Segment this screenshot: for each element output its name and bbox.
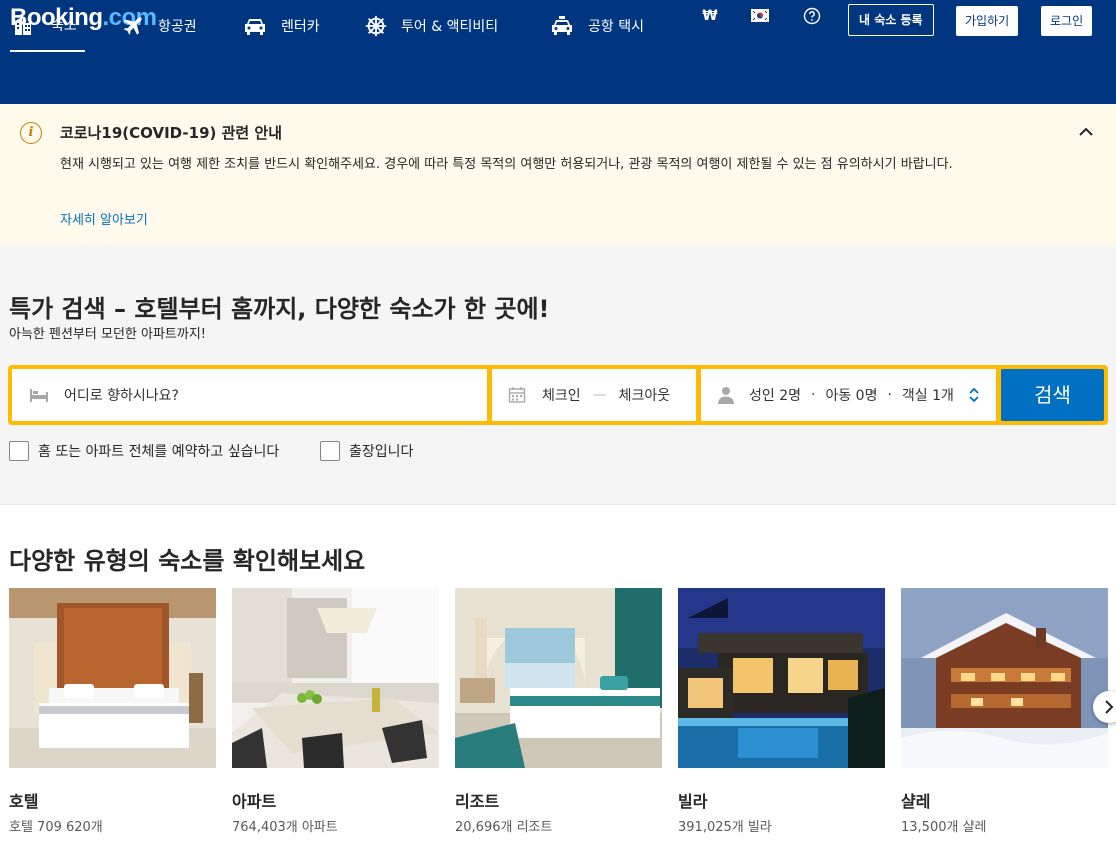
- sort-arrows-icon: [969, 387, 979, 403]
- card-name: 아파트: [232, 792, 277, 811]
- tab-stays[interactable]: 숙소: [10, 0, 85, 52]
- list-property-button[interactable]: 내 숙소 등록: [848, 4, 934, 36]
- card-name: 호텔: [9, 792, 39, 811]
- search-bar: 어디로 향하시나요? 체크인 — 체크아웃 성인 2명 · 아동 0명 · 객실: [8, 365, 1108, 425]
- property-types-section: 다양한 유형의 숙소를 확인해보세요 호텔 호텔 709 620개 아파트 76…: [0, 505, 1116, 854]
- covid-notice: i 코로나19(COVID-19) 관련 안내 현재 시행되고 있는 여행 제한…: [0, 104, 1116, 245]
- taxi-icon: [552, 16, 572, 35]
- hero-title: 특가 검색 – 호텔부터 홈까지, 다양한 숙소가 한 곳에!: [9, 295, 550, 323]
- card-name: 샬레: [901, 792, 931, 811]
- bed-icon: [30, 389, 48, 402]
- plane-icon: [123, 17, 142, 35]
- resort-image[interactable]: [455, 588, 662, 768]
- tab-flights-label: 항공권: [158, 19, 197, 35]
- property-card-resort[interactable]: 리조트 20,696개 리조트: [455, 588, 662, 835]
- attraction-icon: [365, 15, 387, 37]
- card-count: 20,696개 리조트: [455, 820, 553, 835]
- currency-selector[interactable]: ₩: [698, 4, 722, 28]
- help-icon[interactable]: [800, 4, 824, 28]
- register-button[interactable]: 가입하기: [956, 6, 1019, 36]
- calendar-icon: [508, 387, 526, 403]
- carousel-next-button[interactable]: [1093, 691, 1116, 723]
- tab-stays-label: 숙소: [51, 18, 77, 34]
- tab-flights[interactable]: 항공권: [122, 0, 197, 52]
- tab-attractions-label: 투어 & 액티비티: [401, 19, 499, 35]
- checkin-label: 체크인: [542, 388, 581, 404]
- checkbox[interactable]: [9, 441, 29, 461]
- checkout-label: 체크아웃: [618, 388, 671, 404]
- notice-body: 현재 시행되고 있는 여행 제한 조치를 반드시 확인해주세요. 경우에 따라 …: [60, 157, 953, 172]
- checkbox[interactable]: [320, 441, 340, 461]
- tab-car-rentals[interactable]: 렌터카: [243, 0, 320, 52]
- card-count: 391,025개 빌라: [678, 820, 772, 835]
- section-title: 다양한 유형의 숙소를 확인해보세요: [9, 547, 366, 575]
- tab-airport-taxis[interactable]: 공항 택시: [550, 0, 644, 52]
- hero-subtitle: 아늑한 펜션부터 모던한 아파트까지!: [9, 327, 207, 342]
- tab-airport-taxis-label: 공항 택시: [588, 19, 644, 35]
- language-flag-icon[interactable]: [748, 4, 772, 28]
- tab-car-rentals-label: 렌터카: [281, 19, 320, 35]
- chevron-up-icon[interactable]: [1076, 122, 1096, 142]
- checkbox-business-trip[interactable]: 출장입니다: [320, 441, 413, 461]
- card-name: 리조트: [455, 792, 500, 811]
- info-icon: i: [20, 122, 42, 144]
- header: Booking.com ₩ 내 숙소 등록 가입하기 로그인 숙소 항공권 렌터…: [0, 0, 1116, 104]
- property-card-villa[interactable]: 빌라 391,025개 빌라: [678, 588, 885, 835]
- villa-image[interactable]: [678, 588, 885, 768]
- apartment-image[interactable]: [232, 588, 439, 768]
- tab-attractions[interactable]: 투어 & 액티비티: [365, 0, 498, 52]
- guest-selector[interactable]: 성인 2명 · 아동 0명 · 객실 1개: [701, 369, 996, 421]
- property-card-hotel[interactable]: 호텔 호텔 709 620개: [9, 588, 216, 835]
- card-count: 764,403개 아파트: [232, 820, 338, 835]
- card-count: 13,500개 샬레: [901, 820, 987, 835]
- login-button[interactable]: 로그인: [1041, 6, 1093, 36]
- car-icon: [245, 19, 265, 35]
- bed-icon: [15, 17, 31, 35]
- card-count: 호텔 709 620개: [9, 820, 103, 835]
- hotel-image[interactable]: [9, 588, 216, 768]
- chevron-right-icon: [1105, 700, 1114, 714]
- card-name: 빌라: [678, 792, 708, 811]
- property-card-apartment[interactable]: 아파트 764,403개 아파트: [232, 588, 439, 835]
- search-section: 특가 검색 – 호텔부터 홈까지, 다양한 숙소가 한 곳에! 아늑한 펜션부터…: [0, 245, 1116, 505]
- date-picker[interactable]: 체크인 — 체크아웃: [492, 369, 696, 421]
- person-icon: [718, 387, 734, 404]
- learn-more-link[interactable]: 자세히 알아보기: [60, 209, 148, 228]
- search-button[interactable]: 검색: [1001, 369, 1104, 421]
- notice-title: 코로나19(COVID-19) 관련 안내: [60, 124, 283, 142]
- checkbox-entire-home[interactable]: 홈 또는 아파트 전체를 예약하고 싶습니다: [9, 441, 279, 461]
- destination-input[interactable]: 어디로 향하시나요?: [12, 369, 487, 421]
- property-card-chalet[interactable]: 샬레 13,500개 샬레: [901, 588, 1108, 835]
- chalet-image[interactable]: [901, 588, 1108, 768]
